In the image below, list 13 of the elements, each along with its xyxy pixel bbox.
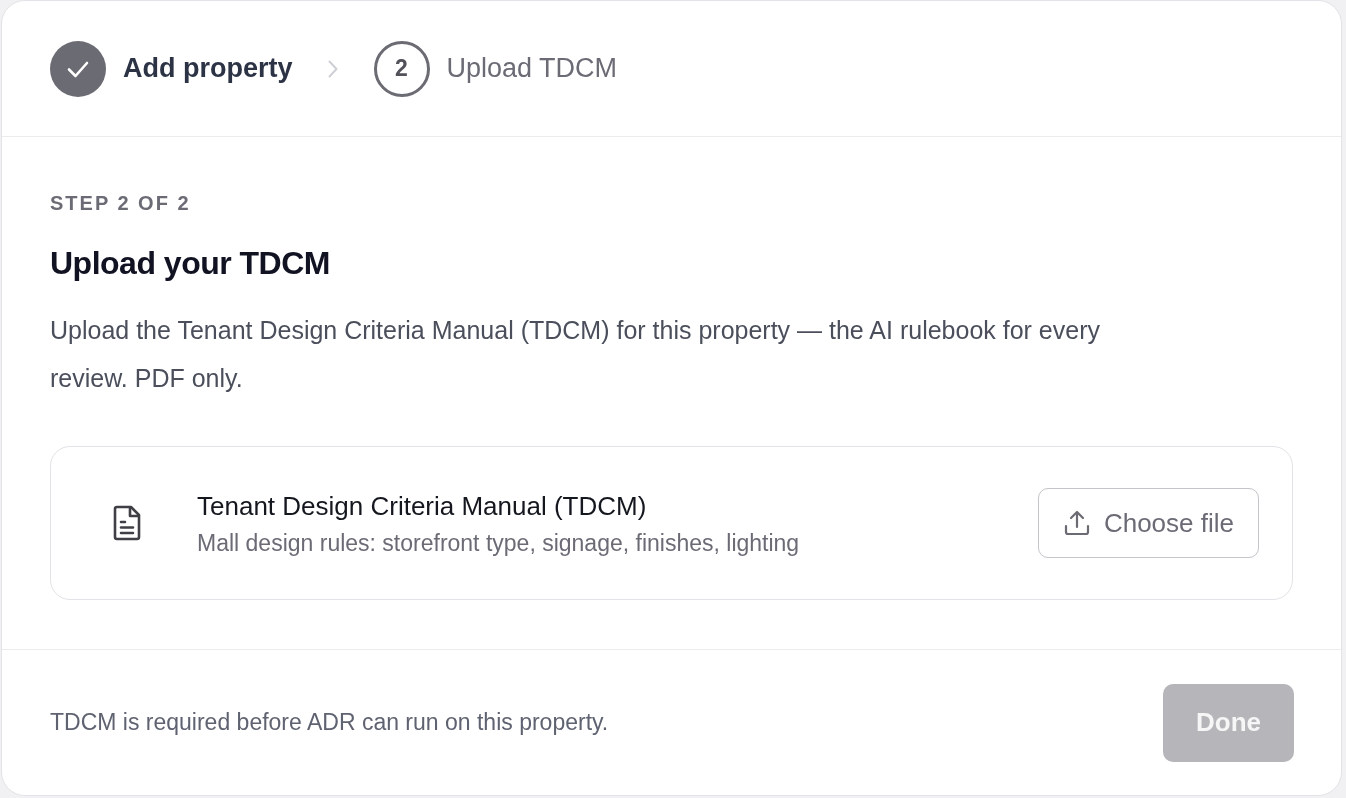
dialog-title: Upload your TDCM [50, 244, 331, 283]
document-subtitle: Mall design rules: storefront type, signage, finishes, lighting [197, 529, 801, 556]
step-label: Add property [123, 53, 293, 84]
chevron-right-icon [327, 59, 338, 78]
step-label: Upload TDCM [446, 53, 618, 84]
document-icon [112, 505, 142, 541]
step-number: 2 [373, 40, 430, 97]
choose-file-button[interactable]: Choose file [1037, 488, 1259, 558]
step-counter: STEP 2 OF 2 [50, 191, 192, 215]
document-title: Tenant Design Criteria Manual (TDCM) [197, 490, 648, 521]
requirement-note: TDCM is required before ADR can run on this property. [50, 709, 609, 736]
upload-icon [1063, 510, 1090, 536]
description-text: Upload the Tenant Design Criteria Manual (TDCM) for this property — the AI rulebook for every review. PDF only. [50, 315, 1101, 394]
